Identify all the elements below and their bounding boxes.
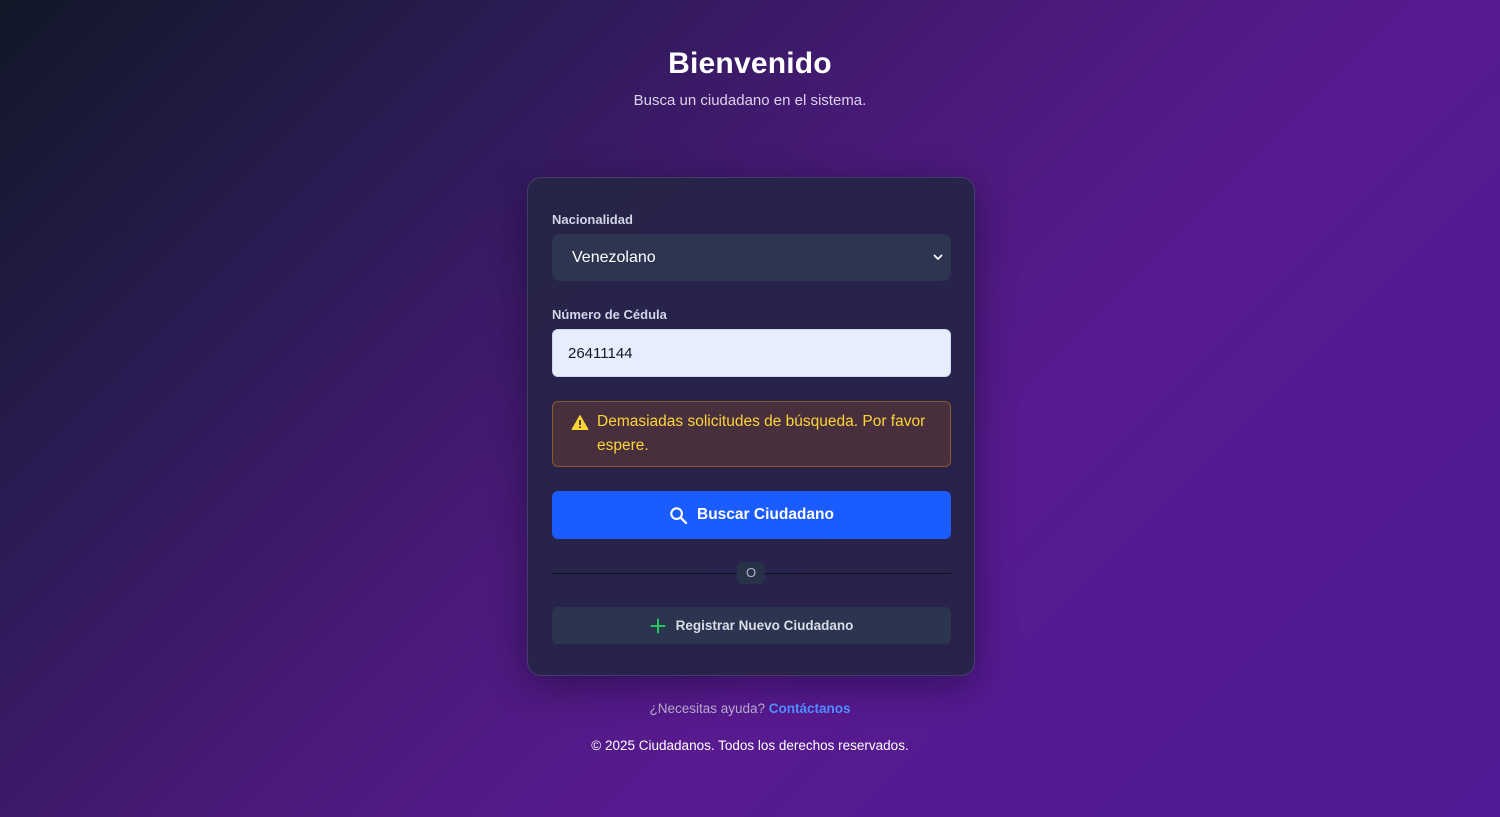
search-card: Nacionalidad Venezolano Número de Cédula… — [527, 177, 975, 676]
page-title: Bienvenido — [668, 47, 832, 80]
search-citizen-button[interactable]: Buscar Ciudadano — [552, 491, 951, 539]
warning-icon — [571, 415, 589, 430]
copyright-footer: © 2025 Ciudadanos. Todos los derechos re… — [591, 738, 909, 753]
search-icon — [670, 506, 688, 524]
id-number-input[interactable]: 26411144 — [552, 329, 951, 377]
id-number-label: Número de Cédula — [552, 307, 667, 322]
search-button-label: Buscar Ciudadano — [697, 506, 834, 523]
help-question: ¿Necesitas ayuda? — [649, 701, 766, 716]
divider-text: O — [737, 562, 765, 584]
register-button-label: Registrar Nuevo Ciudadano — [675, 618, 854, 633]
register-citizen-button[interactable]: Registrar Nuevo Ciudadano — [552, 607, 951, 644]
page-subtitle: Busca un ciudadano en el sistema. — [633, 92, 867, 109]
chevron-down-icon — [933, 254, 943, 260]
or-divider: O — [552, 562, 951, 584]
help-line: ¿Necesitas ayuda? Contáctanos — [0, 701, 1500, 716]
nationality-label: Nacionalidad — [552, 212, 633, 227]
rate-limit-alert: Demasiadas solicitudes de búsqueda. Por … — [552, 401, 951, 467]
contact-link[interactable]: Contáctanos — [769, 701, 851, 716]
alert-message: Demasiadas solicitudes de búsqueda. Por … — [597, 413, 926, 454]
nationality-select[interactable]: Venezolano — [552, 234, 951, 281]
plus-icon — [650, 618, 666, 633]
nationality-value: Venezolano — [572, 248, 656, 266]
page-header: Bienvenido Busca un ciudadano en el sist… — [0, 45, 1500, 111]
